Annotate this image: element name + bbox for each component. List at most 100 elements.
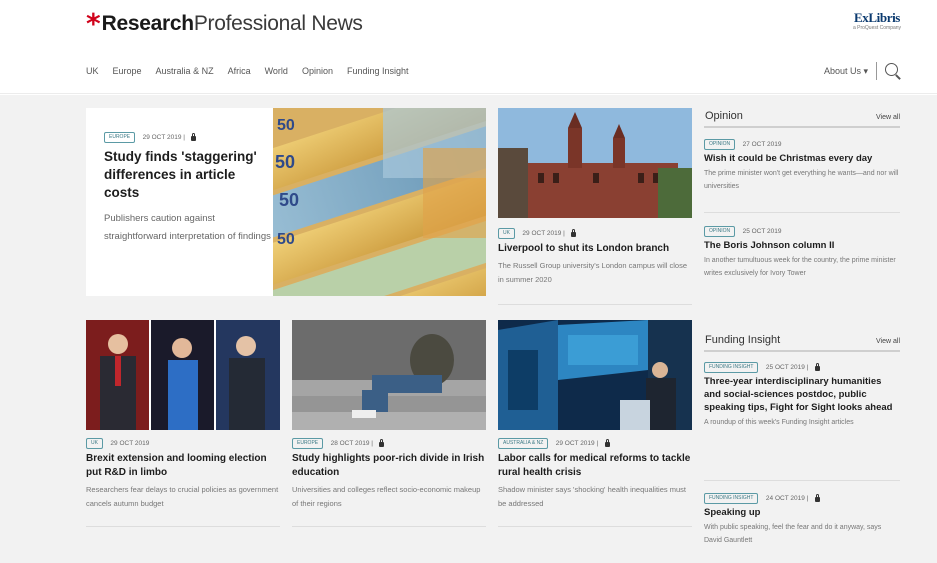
article-meta: UK 29 OCT 2019 | bbox=[498, 228, 692, 239]
speaker-podium-image[interactable] bbox=[498, 320, 692, 430]
victoria-building-image[interactable] bbox=[498, 108, 692, 218]
opinion-item[interactable]: Opinion 25 OCT 2019 The Boris Johnson co… bbox=[704, 226, 900, 280]
opinion-item[interactable]: Opinion 27 OCT 2019 Wish it could be Chr… bbox=[704, 139, 900, 193]
article-headline[interactable]: Brexit extension and looming election pu… bbox=[86, 452, 280, 480]
svg-text:50: 50 bbox=[277, 117, 295, 134]
article-date: 29 OCT 2019 | bbox=[522, 229, 565, 237]
article-date: 25 OCT 2019 bbox=[742, 227, 782, 235]
three-politicians-illustration bbox=[86, 320, 280, 430]
site-logo[interactable]: * Research Professional News bbox=[86, 10, 363, 38]
article-meta: Opinion 27 OCT 2019 bbox=[704, 139, 900, 150]
nav-item-opinion[interactable]: Opinion bbox=[302, 66, 333, 76]
lock-icon bbox=[571, 229, 577, 237]
brand-name-bold: Research bbox=[101, 12, 194, 35]
about-us-menu[interactable]: About Us ▾ bbox=[824, 66, 868, 77]
article-headline[interactable]: Speaking up bbox=[704, 506, 900, 519]
category-tag[interactable]: Funding Insight bbox=[704, 493, 759, 504]
article-divider bbox=[498, 304, 692, 305]
article-headline[interactable]: The Boris Johnson column II bbox=[704, 239, 900, 252]
nav-item-europe[interactable]: Europe bbox=[113, 66, 142, 76]
category-tag[interactable]: Opinion bbox=[704, 139, 736, 150]
article-card[interactable]: Europe 28 OCT 2019 | Study highlights po… bbox=[292, 320, 486, 530]
article-date: 29 OCT 2019 bbox=[110, 439, 150, 447]
article-meta: UK 29 OCT 2019 bbox=[86, 438, 280, 449]
article-headline[interactable]: Liverpool to shut its London branch bbox=[498, 242, 692, 256]
person-on-steps-illustration bbox=[292, 320, 486, 430]
main-navigation: UK Europe Australia & NZ Africa World Op… bbox=[0, 48, 937, 94]
article-headline[interactable]: Wish it could be Christmas every day bbox=[704, 152, 900, 165]
asterisk-icon: * bbox=[86, 7, 101, 40]
article-standfirst: A roundup of this week's Funding Insight… bbox=[704, 419, 854, 426]
article-standfirst: The Russell Group university's London ca… bbox=[498, 261, 688, 284]
nav-item-uk[interactable]: UK bbox=[86, 66, 99, 76]
article-date: 29 OCT 2019 | bbox=[142, 133, 185, 141]
category-tag[interactable]: Opinion bbox=[704, 226, 736, 237]
politicians-image[interactable] bbox=[86, 320, 280, 430]
category-tag[interactable]: Funding Insight bbox=[704, 362, 759, 373]
article-card[interactable]: UK 29 OCT 2019 | Liverpool to shut its L… bbox=[498, 108, 692, 305]
article-meta: Australia & NZ 29 OCT 2019 | bbox=[498, 438, 692, 449]
article-headline[interactable]: Three-year interdisciplinary humanities … bbox=[704, 375, 900, 414]
view-all-link[interactable]: View all bbox=[876, 114, 900, 121]
article-standfirst: Researchers fear delays to crucial polic… bbox=[86, 485, 279, 508]
euro-banknotes-image[interactable]: 50 50 50 50 bbox=[273, 108, 486, 296]
svg-text:50: 50 bbox=[279, 190, 299, 210]
lock-icon bbox=[814, 363, 820, 371]
view-all-link[interactable]: View all bbox=[876, 338, 900, 345]
article-date: 29 OCT 2019 | bbox=[555, 439, 599, 447]
funding-insight-item[interactable]: Funding Insight 24 OCT 2019 | Speaking u… bbox=[704, 493, 900, 547]
sidebar-divider bbox=[704, 212, 900, 213]
category-tag[interactable]: Europe bbox=[104, 132, 136, 143]
nav-item-funding-insight[interactable]: Funding Insight bbox=[347, 66, 409, 76]
category-tag[interactable]: UK bbox=[498, 228, 515, 239]
search-icon[interactable] bbox=[885, 63, 901, 79]
article-headline[interactable]: Study highlights poor-rich divide in Iri… bbox=[292, 452, 486, 480]
article-headline[interactable]: Study finds 'staggering' differences in … bbox=[104, 148, 274, 202]
article-card[interactable]: UK 29 OCT 2019 Brexit extension and loom… bbox=[86, 320, 280, 530]
article-meta: Europe 29 OCT 2019 | bbox=[104, 132, 274, 143]
man-at-podium-illustration bbox=[498, 320, 692, 430]
partner-logo[interactable]: ExLibris a ProQuest Company bbox=[846, 10, 908, 38]
opinion-section-header: Opinion View all bbox=[704, 108, 900, 128]
article-standfirst: Universities and colleges reflect socio-… bbox=[292, 485, 481, 508]
homeless-person-image[interactable] bbox=[292, 320, 486, 430]
svg-text:50: 50 bbox=[277, 231, 295, 248]
article-card[interactable]: Australia & NZ 29 OCT 2019 | Labor calls… bbox=[498, 320, 692, 530]
featured-article[interactable]: Europe 29 OCT 2019 | Study finds 'stagge… bbox=[86, 108, 486, 296]
article-date: 27 OCT 2019 bbox=[742, 140, 782, 148]
article-date: 24 OCT 2019 | bbox=[765, 494, 809, 502]
article-standfirst: Publishers caution against straightforwa… bbox=[104, 213, 271, 242]
article-meta: Europe 28 OCT 2019 | bbox=[292, 438, 486, 449]
article-divider bbox=[292, 526, 486, 527]
article-date: 25 OCT 2019 | bbox=[765, 363, 809, 371]
brand-name-light: Professional News bbox=[193, 12, 363, 35]
funding-insight-section-header: Funding Insight View all bbox=[704, 332, 900, 352]
article-standfirst: Shadow minister says 'shocking' health i… bbox=[498, 485, 686, 508]
article-divider bbox=[498, 526, 692, 527]
sidebar-divider bbox=[704, 480, 900, 481]
red-brick-building-illustration bbox=[498, 108, 692, 218]
lock-icon bbox=[191, 133, 197, 141]
nav-item-africa[interactable]: Africa bbox=[228, 66, 251, 76]
article-date: 28 OCT 2019 | bbox=[330, 439, 373, 447]
nav-divider bbox=[876, 62, 877, 80]
category-tag[interactable]: Europe bbox=[292, 438, 324, 449]
article-standfirst: With public speaking, feel the fear and … bbox=[704, 524, 882, 544]
svg-text:50: 50 bbox=[275, 152, 295, 172]
section-title[interactable]: Funding Insight bbox=[705, 334, 780, 346]
article-meta: Funding Insight 25 OCT 2019 | bbox=[704, 362, 900, 373]
nav-item-world[interactable]: World bbox=[265, 66, 288, 76]
article-standfirst: The prime minister won't get everything … bbox=[704, 170, 899, 190]
article-meta: Opinion 25 OCT 2019 bbox=[704, 226, 900, 237]
section-title[interactable]: Opinion bbox=[705, 110, 743, 122]
lock-icon bbox=[814, 494, 820, 502]
category-tag[interactable]: Australia & NZ bbox=[498, 438, 549, 449]
nav-item-australia-nz[interactable]: Australia & NZ bbox=[156, 66, 214, 76]
article-divider bbox=[86, 526, 280, 527]
lock-icon bbox=[604, 439, 610, 447]
article-standfirst: In another tumultuous week for the count… bbox=[704, 257, 896, 277]
article-headline[interactable]: Labor calls for medical reforms to tackl… bbox=[498, 452, 692, 480]
euro-banknotes-illustration: 50 50 50 50 bbox=[273, 108, 486, 296]
funding-insight-item[interactable]: Funding Insight 25 OCT 2019 | Three-year… bbox=[704, 362, 900, 429]
category-tag[interactable]: UK bbox=[86, 438, 103, 449]
